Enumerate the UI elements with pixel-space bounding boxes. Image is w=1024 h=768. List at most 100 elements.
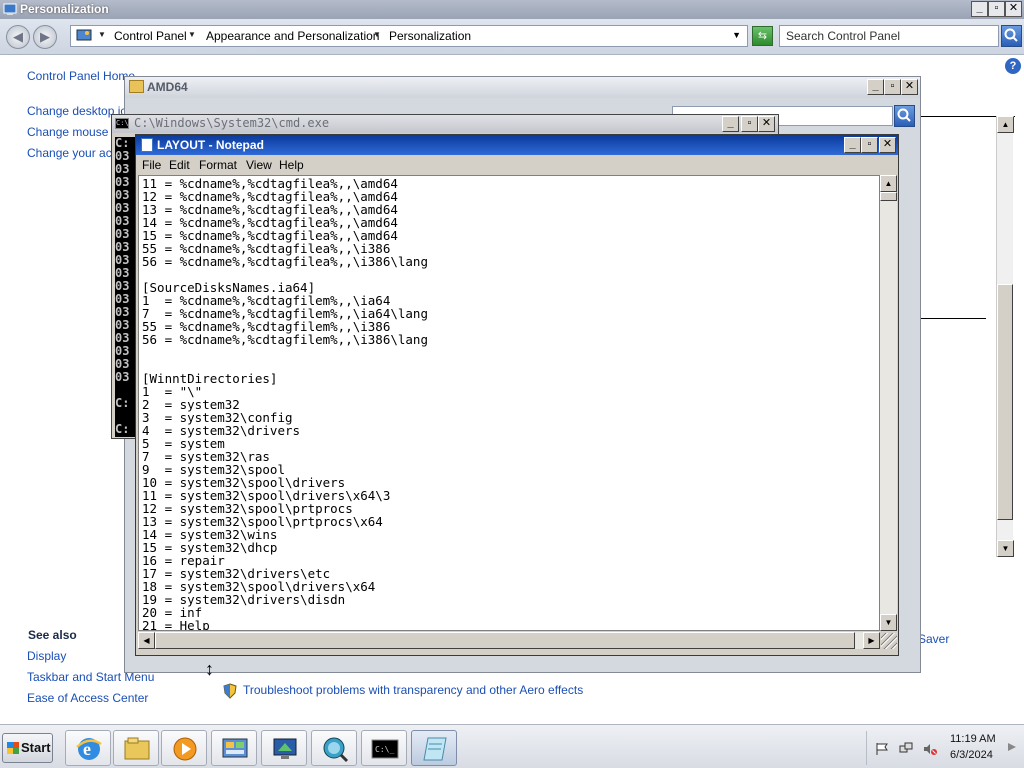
notepad-vertical-scrollbar[interactable]: ▲ ▼ <box>880 175 897 631</box>
chevron-down-icon[interactable]: ▼ <box>373 30 381 39</box>
breadcrumb-control-panel[interactable]: Control Panel <box>114 29 187 43</box>
menu-view[interactable]: View <box>246 158 272 172</box>
notepad-icon <box>141 138 153 152</box>
taskbar-windows-explorer[interactable] <box>113 730 159 766</box>
cmd-window-title: C:\Windows\System32\cmd.exe <box>134 116 330 130</box>
scroll-up-icon[interactable]: ▲ <box>997 116 1014 133</box>
amd64-maximize-button[interactable]: ▫ <box>884 79 901 95</box>
network-icon[interactable] <box>899 742 913 756</box>
resize-cursor-icon: ↕ <box>205 659 214 679</box>
media-player-icon <box>173 737 197 761</box>
command-prompt-icon: C:\_ <box>371 739 399 759</box>
notepad-content: 11 = %cdname%,%cdtagfilea%,,\amd64 12 = … <box>142 176 428 631</box>
scroll-thumb[interactable] <box>155 632 855 649</box>
refresh-button[interactable]: ⇆ <box>752 26 773 46</box>
amd64-titlebar[interactable]: AMD64 _ ▫ ✕ <box>125 77 920 98</box>
cmd-icon: C:\ <box>115 118 129 129</box>
window-title: Personalization <box>20 2 109 16</box>
remote-desktop-icon <box>273 738 297 759</box>
scroll-up-icon[interactable]: ▲ <box>880 175 897 192</box>
amd64-minimize-button[interactable]: _ <box>867 79 884 95</box>
notepad-window[interactable]: LAYOUT - Notepad _ ▫ ✕ File Edit Format … <box>135 134 899 656</box>
action-center-flag-icon[interactable] <box>875 742 889 756</box>
help-icon[interactable]: ? <box>1005 58 1021 74</box>
personalization-titlebar: Personalization _ ▫ ✕ <box>0 0 1024 19</box>
control-panel-home-link[interactable]: Control Panel Home <box>27 69 135 83</box>
address-bar[interactable]: ▼ Control Panel ▼ Appearance and Persona… <box>70 25 748 47</box>
display-link[interactable]: Display <box>27 649 66 663</box>
notepad-titlebar[interactable]: LAYOUT - Notepad _ ▫ ✕ <box>136 135 898 155</box>
screen-saver-link[interactable]: Saver <box>918 632 949 646</box>
taskbar-command-prompt[interactable]: C:\_ <box>361 730 407 766</box>
chevron-down-icon[interactable]: ▼ <box>98 30 106 39</box>
scroll-thumb[interactable] <box>997 284 1013 520</box>
start-label: Start <box>21 740 51 755</box>
amd64-close-button[interactable]: ✕ <box>901 79 918 95</box>
clock-time[interactable]: 11:19 AM <box>950 733 996 745</box>
taskbar-control-panel[interactable] <box>211 730 257 766</box>
chevron-down-icon[interactable]: ▼ <box>188 30 196 39</box>
search-input[interactable]: Search Control Panel <box>779 25 999 47</box>
volume-muted-icon[interactable] <box>923 742 937 756</box>
taskbar-notepad[interactable] <box>411 730 457 766</box>
address-toolbar: ◀ ▶ ▼ Control Panel ▼ Appearance and Per… <box>0 19 1024 55</box>
control-panel-icon <box>76 29 92 41</box>
breadcrumb-personalization[interactable]: Personalization <box>389 29 471 43</box>
notepad-icon <box>423 737 447 761</box>
notepad-window-title: LAYOUT - Notepad <box>157 138 264 152</box>
scroll-right-icon[interactable]: ▶ <box>863 632 880 649</box>
notepad-menubar: File Edit Format View Help <box>136 155 898 175</box>
start-button[interactable]: Start <box>2 733 53 763</box>
notepad-minimize-button[interactable]: _ <box>844 137 861 153</box>
scroll-thumb[interactable] <box>880 192 897 201</box>
svg-text:C:\_: C:\_ <box>375 745 394 754</box>
cmd-maximize-button[interactable]: ▫ <box>741 116 758 132</box>
scroll-down-icon[interactable]: ▼ <box>880 614 897 631</box>
notepad-maximize-button[interactable]: ▫ <box>861 137 878 153</box>
theme-list-scrollbar[interactable]: ▲ ▼ <box>996 116 1014 557</box>
control-panel-icon <box>222 738 248 758</box>
minimize-button[interactable]: _ <box>971 1 988 17</box>
cmd-minimize-button[interactable]: _ <box>722 116 739 132</box>
cmd-close-button[interactable]: ✕ <box>758 116 775 132</box>
system-tray <box>866 731 1024 765</box>
folder-icon <box>129 80 144 93</box>
notepad-close-button[interactable]: ✕ <box>879 137 896 153</box>
menu-format[interactable]: Format <box>199 158 237 172</box>
close-button[interactable]: ✕ <box>1005 1 1022 17</box>
folder-icon <box>124 737 150 760</box>
personalization-icon <box>3 3 17 15</box>
taskbar-media-player[interactable] <box>161 730 207 766</box>
resize-grip-icon[interactable] <box>881 633 897 649</box>
windows-logo-icon <box>7 742 19 754</box>
address-dropdown-icon[interactable]: ▼ <box>732 30 741 40</box>
internet-explorer-icon: e <box>76 738 102 760</box>
taskbar-internet-explorer[interactable]: e <box>65 730 111 766</box>
change-account-picture-link[interactable]: Change your acc <box>27 146 118 160</box>
scroll-left-icon[interactable]: ◀ <box>138 632 155 649</box>
breadcrumb-appearance[interactable]: Appearance and Personalization <box>206 29 379 43</box>
taskbar-search-browser[interactable] <box>311 730 357 766</box>
notepad-horizontal-scrollbar[interactable]: ◀ ▶ <box>138 632 880 649</box>
divider <box>920 318 986 319</box>
menu-file[interactable]: File <box>142 158 161 172</box>
shield-icon <box>223 683 237 699</box>
back-button[interactable]: ◀ <box>6 25 30 49</box>
clock-date[interactable]: 6/3/2024 <box>950 749 993 761</box>
menu-help[interactable]: Help <box>279 158 304 172</box>
troubleshoot-aero-link[interactable]: Troubleshoot problems with transparency … <box>243 683 583 697</box>
taskbar-remote-desktop[interactable] <box>261 730 307 766</box>
amd64-window-title: AMD64 <box>147 80 188 94</box>
amd64-search-icon[interactable] <box>894 105 915 127</box>
maximize-button[interactable]: ▫ <box>988 1 1005 17</box>
taskbar: Start e C:\_ 11:19 AM 6/3/2024 <box>0 724 1024 768</box>
notepad-text-area[interactable]: 11 = %cdname%,%cdtagfilea%,,\amd64 12 = … <box>138 175 880 631</box>
search-icon[interactable] <box>1001 25 1022 47</box>
see-also-heading: See also <box>28 628 77 642</box>
menu-edit[interactable]: Edit <box>169 158 190 172</box>
show-desktop-icon[interactable] <box>1006 741 1018 753</box>
cmd-titlebar[interactable]: C:\ C:\Windows\System32\cmd.exe _ ▫ ✕ <box>112 115 778 133</box>
scroll-down-icon[interactable]: ▼ <box>997 540 1014 557</box>
forward-button[interactable]: ▶ <box>33 25 57 49</box>
ease-of-access-link[interactable]: Ease of Access Center <box>27 691 148 705</box>
